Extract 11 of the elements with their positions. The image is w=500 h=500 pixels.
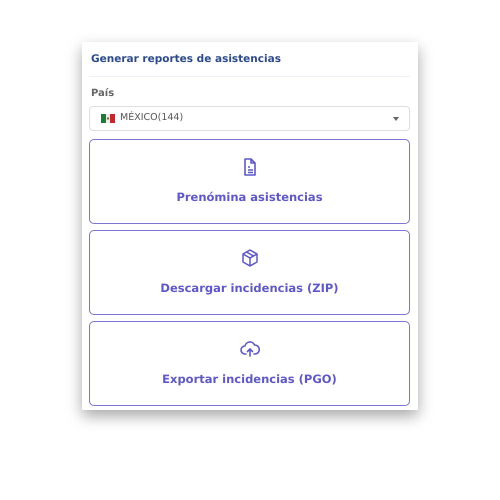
field-label: País bbox=[91, 86, 114, 101]
country-select[interactable]: MÉXICO(144) bbox=[89, 106, 410, 131]
action-button[interactable]: Prenómina asistencias bbox=[89, 138, 410, 224]
flag-icon bbox=[101, 114, 115, 123]
action-button[interactable]: Descargar incidencias (ZIP) bbox=[89, 230, 410, 315]
panel-title: Generar reportes de asistencias bbox=[89, 42, 410, 77]
action-button[interactable]: Exportar incidencias (PGO) bbox=[89, 320, 410, 406]
cloud-upload-icon bbox=[240, 338, 260, 359]
box-icon bbox=[240, 248, 260, 268]
select-value: MÉXICO(144) bbox=[120, 111, 184, 126]
caret-icon bbox=[393, 116, 399, 121]
